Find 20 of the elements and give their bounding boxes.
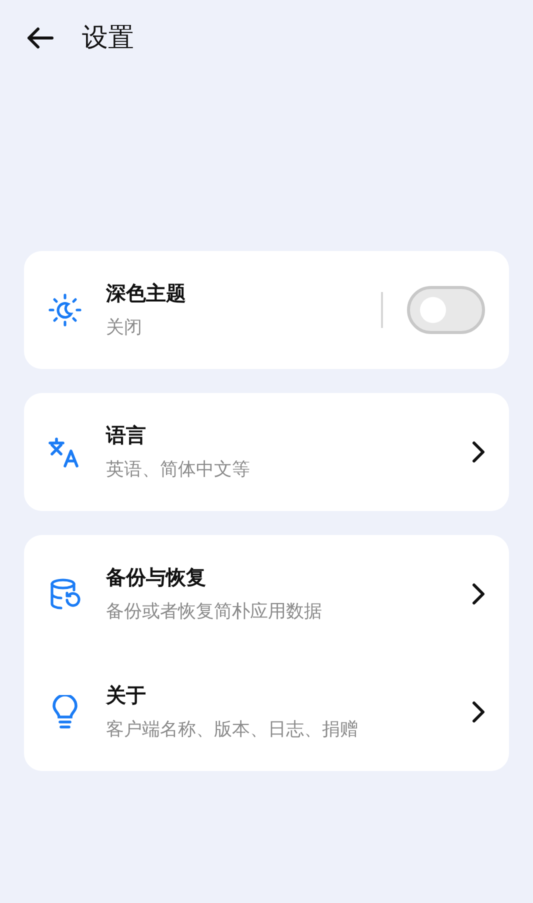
toggle-switch[interactable]: [407, 286, 485, 334]
database-restore-icon: [48, 577, 82, 611]
chevron-right-icon: [471, 582, 485, 606]
item-title: 深色主题: [106, 280, 187, 306]
item-subtitle: 备份或者恢复简朴应用数据: [106, 600, 323, 624]
theme-icon: [48, 293, 82, 327]
item-subtitle: 客户端名称、版本、日志、捐赠: [106, 718, 359, 742]
back-arrow-icon: [26, 26, 54, 50]
item-title: 关于: [106, 682, 147, 708]
chevron-right-icon: [471, 700, 485, 724]
page-title: 设置: [82, 22, 134, 54]
settings-item[interactable]: 语言 英语、简体中文等: [24, 393, 509, 511]
item-subtitle: 英语、简体中文等: [106, 458, 251, 482]
item-title: 备份与恢复: [106, 564, 207, 590]
item-title: 语言: [106, 422, 147, 448]
settings-item[interactable]: 关于 客户端名称、版本、日志、捐赠: [24, 653, 509, 771]
settings-item[interactable]: 备份与恢复 备份或者恢复简朴应用数据: [24, 535, 509, 653]
item-subtitle: 关闭: [106, 316, 143, 340]
settings-item[interactable]: 深色主题 关闭: [24, 251, 509, 369]
chevron-right-icon: [471, 440, 485, 464]
